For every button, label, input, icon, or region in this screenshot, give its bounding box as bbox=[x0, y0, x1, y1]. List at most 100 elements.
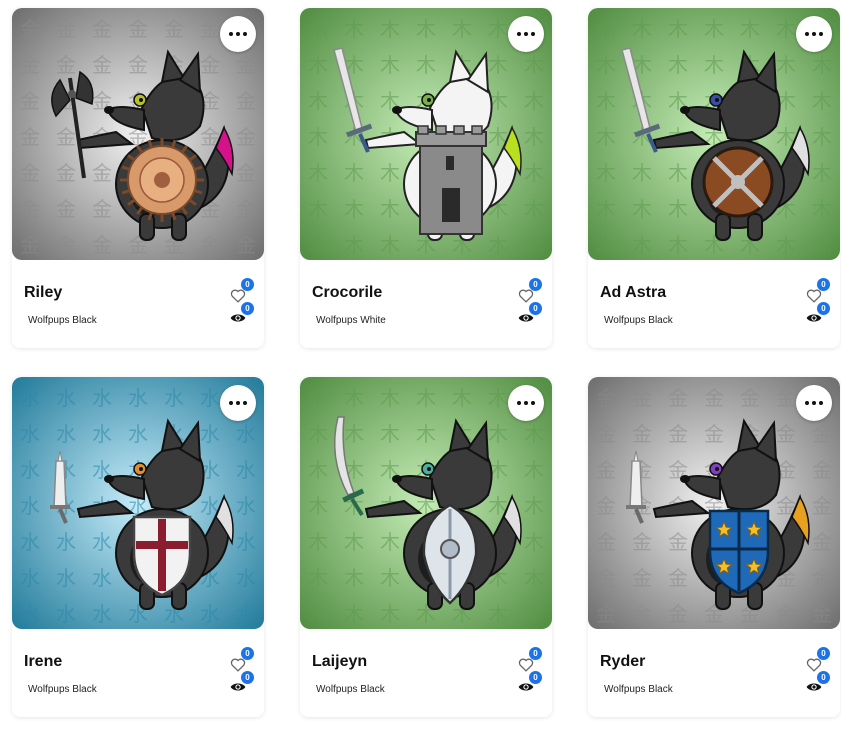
like-count-badge: 0 bbox=[529, 647, 542, 660]
svg-text:金: 金 bbox=[596, 602, 616, 626]
more-options-button[interactable] bbox=[220, 385, 256, 421]
svg-text:木: 木 bbox=[812, 125, 832, 149]
view-count: 0 bbox=[806, 302, 830, 328]
collection-name[interactable]: Wolfpups White bbox=[316, 315, 386, 326]
svg-text:水: 水 bbox=[20, 422, 40, 446]
svg-text:木: 木 bbox=[308, 197, 328, 221]
svg-text:金: 金 bbox=[20, 17, 40, 41]
svg-text:金: 金 bbox=[236, 233, 256, 257]
nft-name[interactable]: Riley bbox=[24, 284, 62, 302]
svg-text:木: 木 bbox=[308, 233, 328, 257]
svg-text:金: 金 bbox=[128, 53, 148, 77]
nft-name[interactable]: Ad Astra bbox=[600, 284, 666, 302]
svg-text:水: 水 bbox=[236, 602, 256, 626]
svg-text:木: 木 bbox=[380, 197, 400, 221]
view-count: 0 bbox=[518, 671, 542, 697]
svg-text:金: 金 bbox=[56, 53, 76, 77]
svg-text:金: 金 bbox=[236, 53, 256, 77]
svg-text:金: 金 bbox=[668, 386, 688, 410]
svg-text:木: 木 bbox=[308, 125, 328, 149]
more-options-button[interactable] bbox=[508, 16, 544, 52]
svg-text:木: 木 bbox=[812, 197, 832, 221]
svg-text:木: 木 bbox=[416, 53, 436, 77]
svg-text:木: 木 bbox=[380, 422, 400, 446]
svg-text:金: 金 bbox=[596, 530, 616, 554]
svg-text:木: 木 bbox=[488, 53, 508, 77]
view-count-badge: 0 bbox=[241, 671, 254, 684]
more-options-button[interactable] bbox=[220, 16, 256, 52]
svg-text:木: 木 bbox=[344, 602, 364, 626]
view-count-badge: 0 bbox=[817, 671, 830, 684]
nft-card[interactable]: 水水水水水水水水水水水水水水水水水水水水水水水水水水水水水水水水水水水水水水水水… bbox=[12, 377, 264, 717]
collection-name[interactable]: Wolfpups Black bbox=[604, 684, 673, 695]
svg-text:金: 金 bbox=[128, 17, 148, 41]
svg-text:木: 木 bbox=[380, 566, 400, 590]
svg-text:木: 木 bbox=[488, 422, 508, 446]
svg-text:木: 木 bbox=[524, 530, 544, 554]
svg-text:金: 金 bbox=[668, 530, 688, 554]
svg-text:水: 水 bbox=[92, 422, 112, 446]
more-options-button[interactable] bbox=[796, 16, 832, 52]
svg-text:木: 木 bbox=[596, 233, 616, 257]
svg-text:金: 金 bbox=[236, 197, 256, 221]
svg-text:水: 水 bbox=[20, 530, 40, 554]
nft-card[interactable]: 木木木木木木木木木木木木木木木木木木木木木木木木木木木木木木木木木木木木木木木木… bbox=[300, 8, 552, 348]
nft-name[interactable]: Laijeyn bbox=[312, 653, 367, 671]
svg-text:木: 木 bbox=[308, 566, 328, 590]
svg-text:金: 金 bbox=[92, 161, 112, 185]
more-horizontal-icon bbox=[805, 32, 823, 36]
more-options-button[interactable] bbox=[796, 385, 832, 421]
nft-card[interactable]: 木木木木木木木木木木木木木木木木木木木木木木木木木木木木木木木木木木木木木木木木… bbox=[300, 377, 552, 717]
svg-text:木: 木 bbox=[380, 530, 400, 554]
svg-text:木: 木 bbox=[524, 125, 544, 149]
collection-name[interactable]: Wolfpups Black bbox=[28, 684, 97, 695]
svg-text:木: 木 bbox=[524, 602, 544, 626]
svg-text:木: 木 bbox=[308, 458, 328, 482]
svg-text:金: 金 bbox=[812, 494, 832, 518]
svg-text:金: 金 bbox=[20, 233, 40, 257]
svg-text:金: 金 bbox=[56, 197, 76, 221]
svg-text:金: 金 bbox=[596, 422, 616, 446]
svg-text:金: 金 bbox=[92, 197, 112, 221]
svg-text:木: 木 bbox=[524, 233, 544, 257]
svg-text:木: 木 bbox=[596, 17, 616, 41]
svg-text:木: 木 bbox=[488, 17, 508, 41]
svg-text:金: 金 bbox=[776, 386, 796, 410]
nft-card[interactable]: 金金金金金金金金金金金金金金金金金金金金金金金金金金金金金金金金金金金金金金金金… bbox=[12, 8, 264, 348]
collection-name[interactable]: Wolfpups Black bbox=[604, 315, 673, 326]
svg-text:木: 木 bbox=[632, 161, 652, 185]
collection-name[interactable]: Wolfpups Black bbox=[28, 315, 97, 326]
svg-text:木: 木 bbox=[308, 602, 328, 626]
more-horizontal-icon bbox=[229, 401, 247, 405]
nft-name[interactable]: Ryder bbox=[600, 653, 645, 671]
svg-text:木: 木 bbox=[308, 161, 328, 185]
svg-text:金: 金 bbox=[20, 161, 40, 185]
svg-text:水: 水 bbox=[56, 422, 76, 446]
svg-text:木: 木 bbox=[308, 530, 328, 554]
svg-text:金: 金 bbox=[20, 125, 40, 149]
nft-card[interactable]: 金金金金金金金金金金金金金金金金金金金金金金金金金金金金金金金金金金金金金金金金… bbox=[588, 377, 840, 717]
view-count-badge: 0 bbox=[529, 671, 542, 684]
svg-text:金: 金 bbox=[56, 233, 76, 257]
svg-text:水: 水 bbox=[20, 602, 40, 626]
nft-name[interactable]: Crocorile bbox=[312, 284, 382, 302]
svg-text:木: 木 bbox=[524, 197, 544, 221]
more-options-button[interactable] bbox=[508, 385, 544, 421]
view-count: 0 bbox=[518, 302, 542, 328]
svg-text:水: 水 bbox=[236, 458, 256, 482]
svg-text:金: 金 bbox=[164, 17, 184, 41]
svg-text:金: 金 bbox=[56, 125, 76, 149]
svg-text:金: 金 bbox=[200, 53, 220, 77]
svg-text:木: 木 bbox=[344, 161, 364, 185]
more-horizontal-icon bbox=[805, 401, 823, 405]
svg-text:金: 金 bbox=[740, 386, 760, 410]
collection-name[interactable]: Wolfpups Black bbox=[316, 684, 385, 695]
svg-text:木: 木 bbox=[380, 17, 400, 41]
svg-text:金: 金 bbox=[668, 602, 688, 626]
view-count: 0 bbox=[230, 671, 254, 697]
like-count-badge: 0 bbox=[529, 278, 542, 291]
nft-card[interactable]: 木木木木木木木木木木木木木木木木木木木木木木木木木木木木木木木木木木木木木木木木… bbox=[588, 8, 840, 348]
svg-text:金: 金 bbox=[56, 17, 76, 41]
svg-text:金: 金 bbox=[776, 422, 796, 446]
nft-name[interactable]: Irene bbox=[24, 653, 62, 671]
